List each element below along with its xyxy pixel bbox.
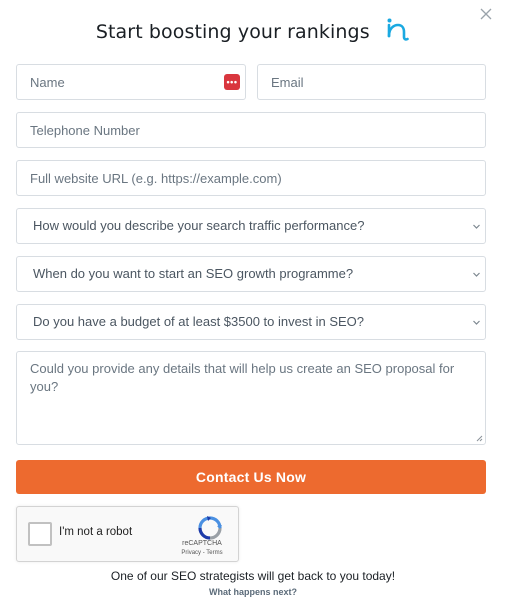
recaptcha-widget: I'm not a robot reCAPTCHA Privacy - Term… [16,506,239,562]
website-input[interactable] [17,161,485,195]
brand-logo-icon [386,17,410,48]
recaptcha-checkbox[interactable] [28,522,52,546]
resize-handle-icon[interactable] [475,434,483,442]
name-input[interactable] [17,65,245,99]
contact-us-button[interactable]: Contact Us Now [16,460,486,494]
followup-note: One of our SEO strategists will get back… [110,569,396,583]
name-field[interactable]: ••• [16,64,246,100]
email-input[interactable] [258,65,485,99]
budget-select[interactable]: Do you have a budget of at least $3500 t… [16,304,486,340]
recaptcha-privacy-terms-link[interactable]: Privacy - Terms [174,550,230,556]
phone-field[interactable] [16,112,486,148]
what-happens-next-link[interactable]: What happens next? [0,587,506,597]
phone-input[interactable] [17,113,485,147]
website-field[interactable] [16,160,486,196]
recaptcha-logo-icon [198,516,222,540]
recaptcha-brand: reCAPTCHA [182,540,222,547]
traffic-performance-select[interactable]: How would you describe your search traff… [16,208,486,244]
budget-value: Do you have a budget of at least $3500 t… [33,314,364,329]
recaptcha-label: I'm not a robot [59,526,133,538]
start-date-select[interactable]: When do you want to start an SEO growth … [16,256,486,292]
chevron-down-icon [473,224,480,229]
start-date-value: When do you want to start an SEO growth … [33,266,354,281]
modal-header: Start boosting your rankings [0,16,506,44]
chevron-down-icon [473,272,480,277]
page-title: Start boosting your rankings [95,20,370,43]
details-field[interactable] [16,351,486,445]
traffic-performance-value: How would you describe your search traff… [33,218,365,233]
email-field[interactable] [257,64,486,100]
chevron-down-icon [473,320,480,325]
details-textarea[interactable] [17,352,485,444]
password-manager-icon[interactable]: ••• [224,74,240,90]
